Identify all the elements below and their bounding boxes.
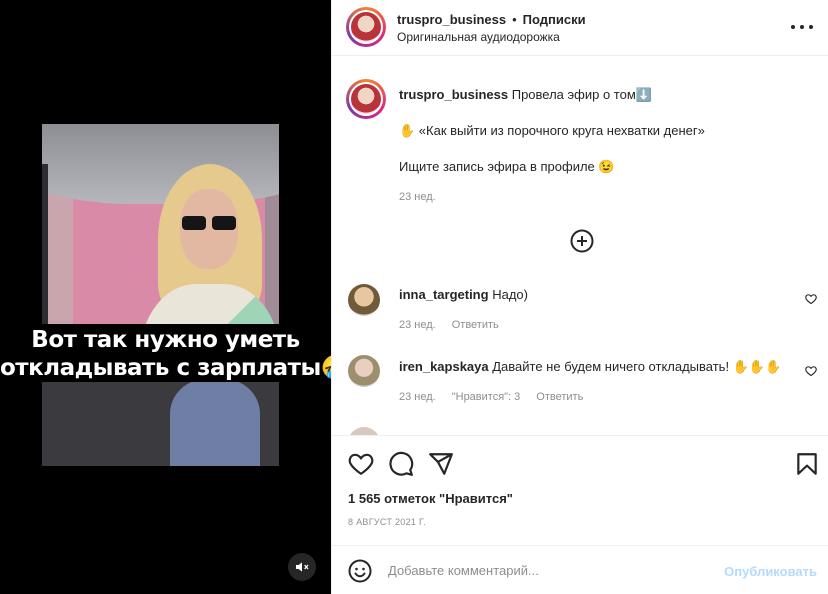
audio-label[interactable]: Оригинальная аудиодорожка	[397, 30, 560, 44]
comments-section: truspro_business Провела эфир о том⬇️ ✋ …	[332, 57, 828, 435]
more-options-button[interactable]	[791, 17, 813, 37]
video-panel[interactable]: Вот так нужно уметь откладывать с зарпла…	[0, 0, 331, 594]
following-button[interactable]: Подписки	[523, 12, 586, 27]
video-caption-line2: откладывать с зарплаты🤣	[0, 355, 331, 381]
share-icon[interactable]	[428, 451, 454, 477]
video-caption: Вот так нужно уметь откладывать с зарпла…	[0, 324, 331, 382]
caption-author-avatar[interactable]	[346, 79, 386, 119]
author-avatar[interactable]	[346, 7, 386, 47]
comment-username[interactable]: iren_kapskaya	[399, 359, 489, 374]
comment-username[interactable]: inna_targeting	[399, 287, 489, 302]
likes-count[interactable]: 1 565 отметок "Нравится"	[348, 491, 513, 506]
caption-time[interactable]: 23 нед.	[399, 191, 436, 203]
like-heart-icon[interactable]	[348, 451, 374, 477]
comment-icon[interactable]	[388, 451, 414, 477]
emoji-icon[interactable]	[348, 559, 372, 583]
author-username[interactable]: truspro_business	[397, 12, 506, 27]
video-caption-line1: Вот так нужно уметь	[31, 327, 300, 353]
comment-time[interactable]: 23 нед.	[399, 319, 436, 331]
reply-button[interactable]: Ответить	[536, 391, 583, 403]
caption-text-line2: ✋ «Как выйти из порочного круга нехватки…	[399, 123, 705, 138]
caption-username[interactable]: truspro_business	[399, 87, 508, 102]
header-separator: •	[512, 12, 517, 27]
commenter-avatar[interactable]	[348, 355, 380, 387]
bookmark-icon[interactable]	[794, 451, 820, 477]
comment-time[interactable]: 23 нед.	[399, 391, 436, 403]
speaker-muted-icon	[296, 562, 309, 572]
commenter-avatar[interactable]	[348, 284, 380, 316]
letterbox-right	[279, 124, 331, 466]
car-seat	[170, 379, 260, 466]
heart-icon[interactable]	[805, 365, 817, 377]
add-comment-bar: Опубликовать	[332, 545, 828, 594]
post-header: truspro_business • Подписки Оригинальная а…	[332, 0, 828, 56]
comment-text: Давайте не будем ничего откладывать! ✋✋✋	[492, 359, 782, 374]
letterbox-left	[0, 124, 42, 466]
caption-text-line3: Ищите запись эфира в профиле 😉	[399, 159, 615, 174]
instagram-post-view: Вот так нужно уметь откладывать с зарпла…	[0, 0, 828, 594]
mute-button[interactable]	[288, 553, 316, 581]
comment-likes-count[interactable]: "Нравится": 3	[452, 391, 521, 403]
post-side-panel: truspro_business • Подписки Оригинальная а…	[331, 0, 828, 594]
post-actions: 1 565 отметок "Нравится" 8 АВГУСТ 2021 Г…	[332, 435, 828, 545]
caption-text-line1: Провела эфир о том⬇️	[511, 87, 652, 102]
comment-input[interactable]	[388, 560, 708, 580]
heart-icon[interactable]	[805, 293, 817, 305]
plus-circle-icon[interactable]	[570, 229, 594, 253]
commenter-avatar[interactable]	[348, 427, 380, 435]
video-frame	[0, 124, 331, 466]
comment-text: Надо)	[492, 287, 528, 302]
post-comment-button[interactable]: Опубликовать	[724, 564, 817, 579]
more-horizontal-icon	[791, 25, 795, 29]
post-date: 8 АВГУСТ 2021 Г.	[348, 517, 426, 527]
reply-button[interactable]: Ответить	[452, 319, 499, 331]
